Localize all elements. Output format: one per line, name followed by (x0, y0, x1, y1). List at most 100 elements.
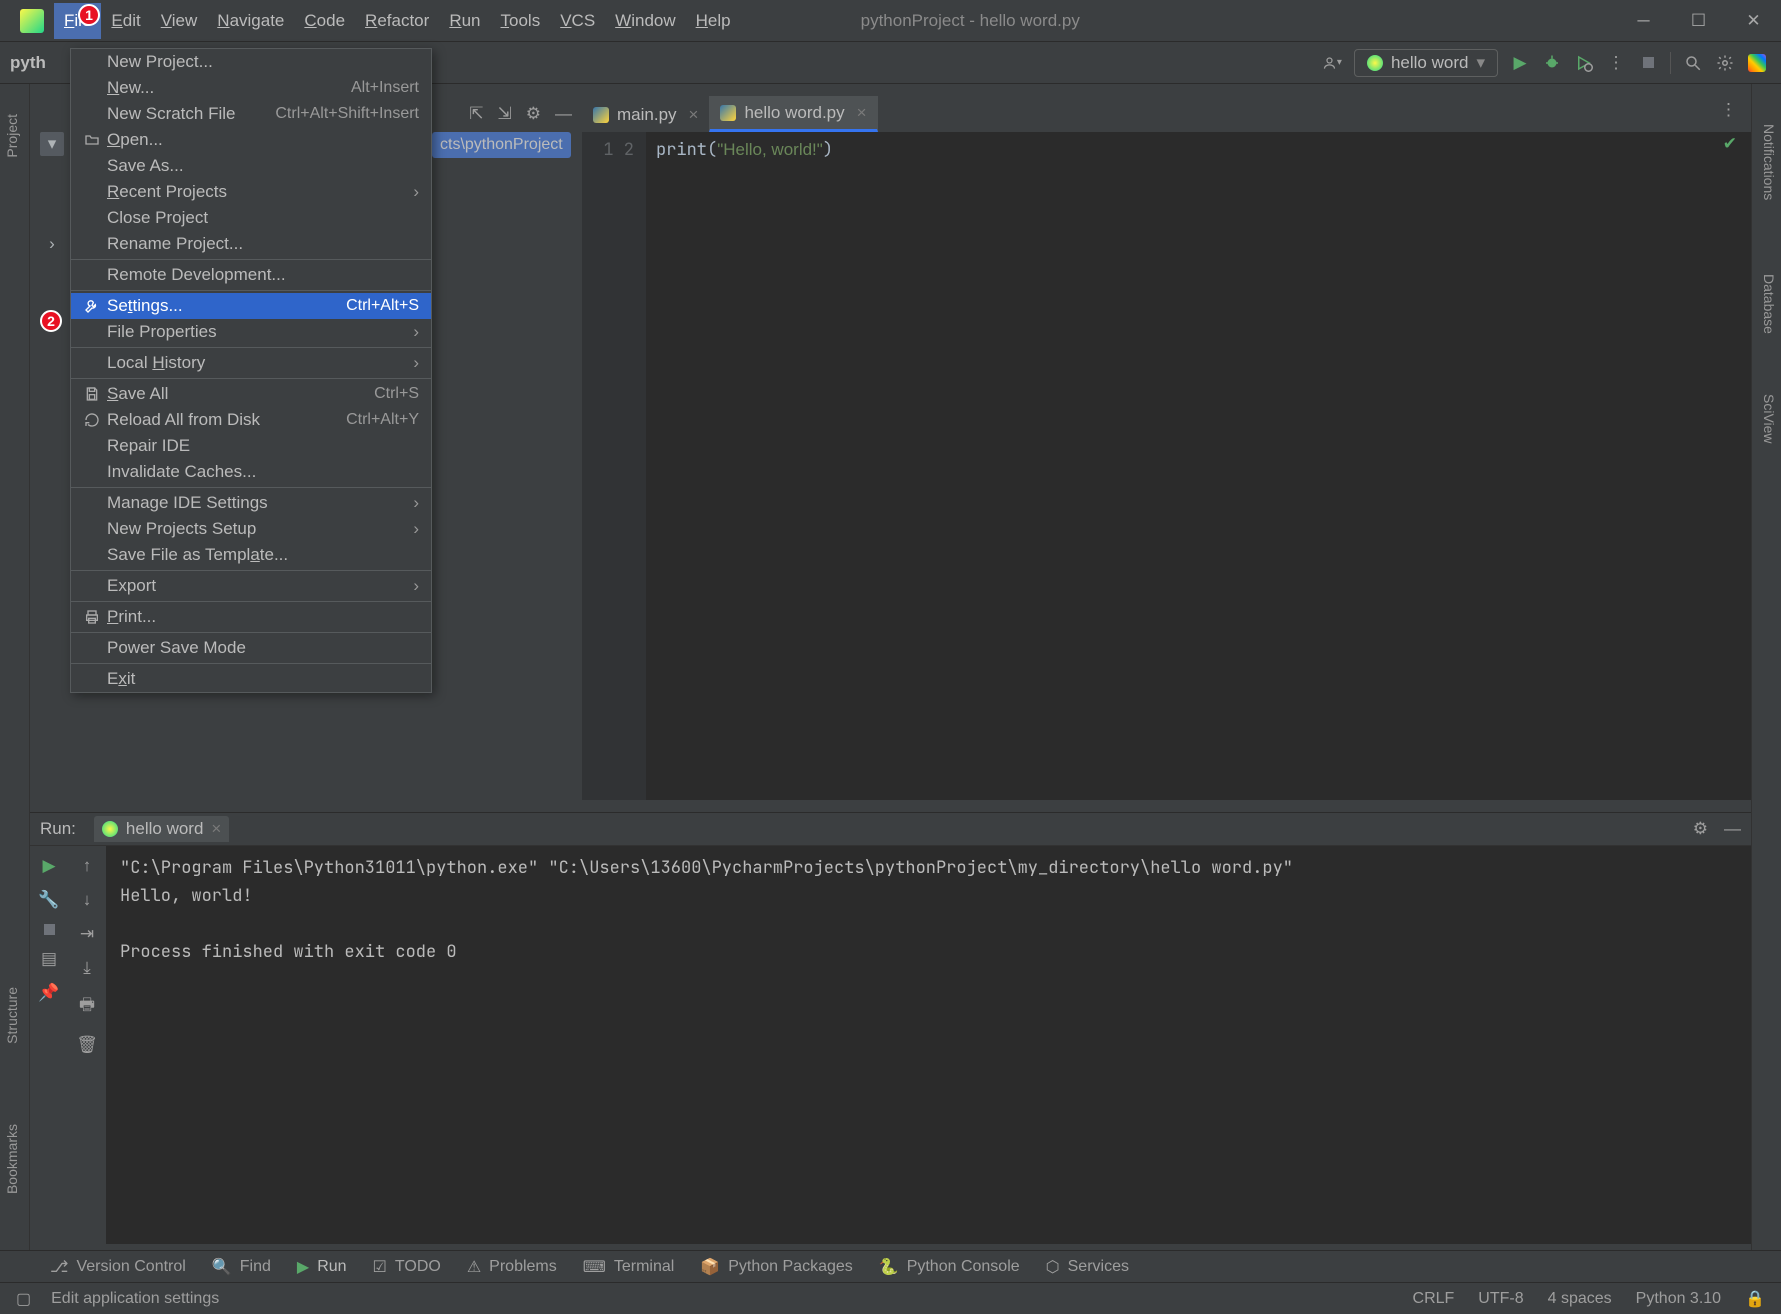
print-icon[interactable]: 🖶 (79, 992, 95, 1021)
inspections-ok-icon[interactable]: ✔ (1723, 134, 1737, 154)
menu-item-repair-ide[interactable]: Repair IDE (71, 433, 431, 459)
code-with-me-icon[interactable] (1747, 53, 1767, 73)
menu-item-open[interactable]: Open... (71, 127, 431, 153)
editor-tab-hello-word-py[interactable]: hello word.py× (709, 96, 877, 132)
close-button[interactable]: ✕ (1726, 0, 1781, 42)
select-opened-file-icon[interactable]: ▾ (40, 132, 64, 156)
menu-item-save-file-as-template[interactable]: Save File as Template... (71, 542, 431, 568)
menu-item-save-as[interactable]: Save As... (71, 153, 431, 179)
database-tool-button[interactable]: Database (1761, 264, 1777, 344)
wrap-icon[interactable]: ⇥ (80, 924, 94, 944)
close-icon[interactable]: × (211, 819, 221, 839)
menu-item-power-save-mode[interactable]: Power Save Mode (71, 635, 431, 661)
run-config-selector[interactable]: hello word ▾ (1354, 49, 1498, 77)
menu-item-label: Save All (103, 384, 374, 404)
menu-refactor[interactable]: Refactor (355, 3, 439, 39)
close-icon[interactable]: × (857, 103, 867, 123)
menu-item-exit[interactable]: Exit (71, 666, 431, 692)
run-hide-icon[interactable]: — (1724, 819, 1741, 839)
menu-item-remote-development[interactable]: Remote Development... (71, 262, 431, 288)
services-button[interactable]: ⬡Services (1046, 1257, 1129, 1277)
scroll-icon[interactable]: ⤓ (83, 958, 91, 978)
interpreter[interactable]: Python 3.10 (1636, 1290, 1721, 1308)
settings-icon[interactable] (1715, 53, 1735, 73)
indent[interactable]: 4 spaces (1548, 1290, 1612, 1308)
editor[interactable]: 1 2 print("Hello, world!") (582, 132, 1751, 800)
menu-item-export[interactable]: Export (71, 573, 431, 599)
up-icon[interactable]: ↑ (83, 856, 92, 876)
line-gutter: 1 2 (582, 132, 646, 800)
menu-item-new-scratch-file[interactable]: New Scratch FileCtrl+Alt+Shift+Insert (71, 101, 431, 127)
more-run-icon[interactable]: ⋮ (1606, 53, 1626, 73)
bookmarks-tool-button[interactable]: Bookmarks (4, 1114, 20, 1204)
menu-item-new[interactable]: New...Alt+Insert (71, 75, 431, 101)
stop-button[interactable] (1638, 53, 1658, 73)
python-console-button[interactable]: 🐍Python Console (879, 1257, 1020, 1277)
menu-vcs[interactable]: VCS (550, 3, 605, 39)
terminal-button[interactable]: ⌨Terminal (583, 1257, 675, 1277)
menu-item-invalidate-caches[interactable]: Invalidate Caches... (71, 459, 431, 485)
menu-item-recent-projects[interactable]: Recent Projects (71, 179, 431, 205)
down-icon[interactable]: ↓ (83, 890, 92, 910)
hide-icon[interactable]: — (555, 104, 572, 124)
collapse-all-icon[interactable]: ⇲ (498, 104, 512, 124)
python-packages-button[interactable]: 📦Python Packages (700, 1257, 852, 1277)
layout-icon[interactable]: ▤ (41, 949, 57, 969)
find-button[interactable]: 🔍Find (212, 1257, 271, 1277)
menu-item-file-properties[interactable]: File Properties (71, 319, 431, 345)
breadcrumb[interactable]: cts\pythonProject (432, 132, 571, 158)
user-icon[interactable]: ▾ (1322, 53, 1342, 73)
sciview-tool-button[interactable]: SciView (1761, 384, 1777, 454)
lock-icon[interactable]: 🔒 (1745, 1289, 1765, 1309)
menu-navigate[interactable]: Navigate (207, 3, 294, 39)
structure-tool-button[interactable]: Structure (4, 977, 20, 1054)
gear-icon[interactable]: ⚙ (526, 104, 541, 124)
trash-icon[interactable]: 🗑 (76, 1035, 98, 1055)
line-separator[interactable]: CRLF (1413, 1290, 1455, 1308)
menu-item-new-project[interactable]: New Project... (71, 49, 431, 75)
menu-edit[interactable]: Edit (101, 3, 150, 39)
menu-window[interactable]: Window (605, 3, 685, 39)
menu-item-new-projects-setup[interactable]: New Projects Setup (71, 516, 431, 542)
menu-run[interactable]: Run (439, 3, 490, 39)
rerun-icon[interactable]: ▶ (42, 856, 55, 876)
menu-item-local-history[interactable]: Local History (71, 350, 431, 376)
run-tab[interactable]: hello word × (94, 816, 229, 842)
menu-item-manage-ide-settings[interactable]: Manage IDE Settings (71, 490, 431, 516)
encoding[interactable]: UTF-8 (1478, 1290, 1523, 1308)
console-output[interactable]: "C:\Program Files\Python31011\python.exe… (106, 846, 1751, 1244)
todo-button[interactable]: ☑TODO (373, 1257, 441, 1277)
close-icon[interactable]: × (689, 105, 699, 125)
run-button[interactable]: ▶ (1510, 53, 1530, 73)
menu-item-save-all[interactable]: Save AllCtrl+S (71, 381, 431, 407)
notifications-tool-button[interactable]: Notifications (1761, 114, 1777, 210)
menu-item-settings[interactable]: Settings...Ctrl+Alt+S (71, 293, 431, 319)
stop-icon[interactable] (44, 924, 55, 935)
run-button-bottom[interactable]: ▶Run (297, 1257, 347, 1277)
debug-button[interactable] (1542, 53, 1562, 73)
search-icon[interactable] (1683, 53, 1703, 73)
menu-code[interactable]: Code (294, 3, 355, 39)
menu-view[interactable]: View (151, 3, 208, 39)
maximize-button[interactable]: ☐ (1671, 0, 1726, 42)
project-tool-button[interactable]: Project (4, 104, 20, 168)
menu-item-close-project[interactable]: Close Project (71, 205, 431, 231)
menu-item-reload-all-from-disk[interactable]: Reload All from DiskCtrl+Alt+Y (71, 407, 431, 433)
minimize-button[interactable]: ─ (1616, 0, 1671, 42)
status-icon[interactable]: ▢ (16, 1289, 31, 1309)
pin-icon[interactable]: 📌 (38, 983, 59, 1003)
editor-menu-icon[interactable]: ⋮ (1720, 100, 1737, 120)
menu-help[interactable]: Help (686, 3, 741, 39)
run-coverage-icon[interactable] (1574, 53, 1594, 73)
expand-all-icon[interactable]: ⇱ (469, 104, 483, 124)
code-area[interactable]: print("Hello, world!") (646, 132, 1751, 800)
menu-item-print[interactable]: Print... (71, 604, 431, 630)
menu-item-rename-project[interactable]: Rename Project... (71, 231, 431, 257)
run-settings-icon[interactable]: ⚙ (1693, 819, 1708, 839)
version-control-button[interactable]: ⎇Version Control (50, 1257, 186, 1277)
problems-button[interactable]: ⚠Problems (467, 1257, 557, 1277)
run-wrench-icon[interactable]: 🔧 (38, 890, 59, 910)
editor-tab-main-py[interactable]: main.py× (582, 98, 709, 132)
expand-icon[interactable]: › (40, 232, 64, 256)
menu-tools[interactable]: Tools (491, 3, 551, 39)
